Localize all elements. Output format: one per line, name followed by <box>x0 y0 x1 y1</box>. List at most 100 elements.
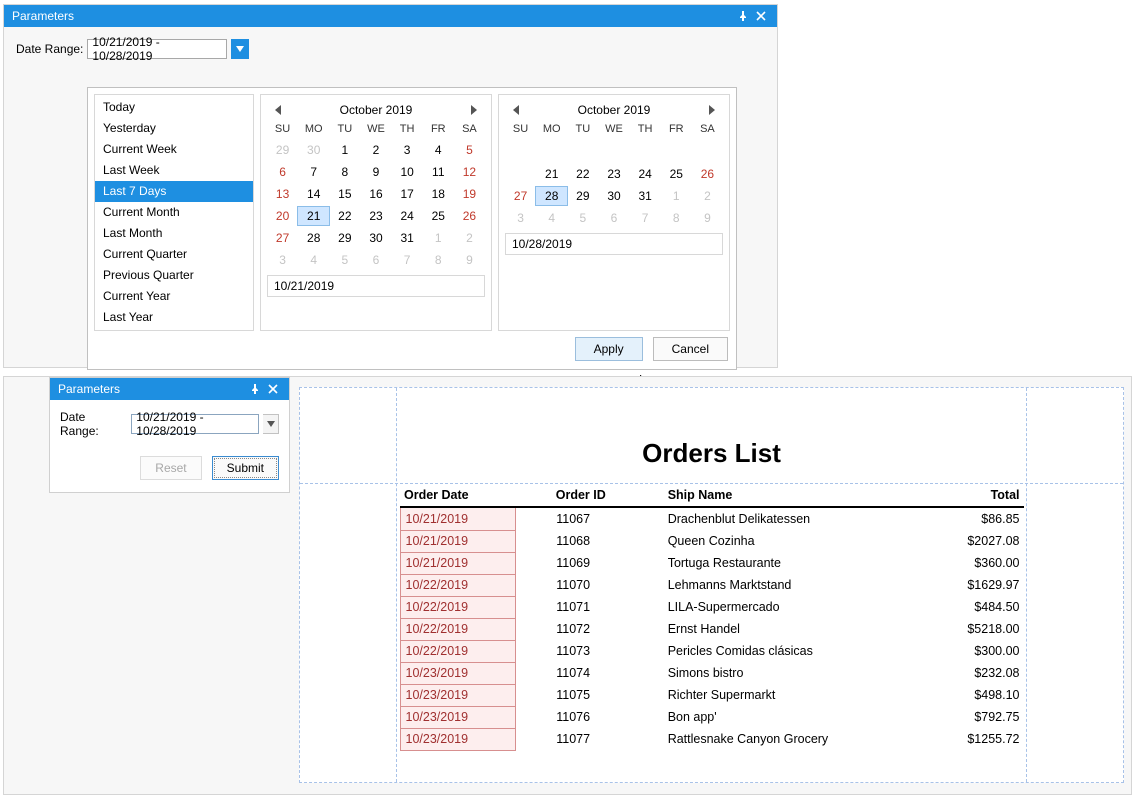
calendar-day[interactable]: 23 <box>598 165 629 183</box>
calendar-day[interactable]: 2 <box>692 187 723 205</box>
order-id-cell: 11075 <box>516 684 664 706</box>
calendar-day[interactable]: 2 <box>360 141 391 159</box>
calendar-day[interactable]: 9 <box>454 251 485 269</box>
calendar-day[interactable]: 15 <box>329 185 360 203</box>
submit-button[interactable]: Submit <box>212 456 279 480</box>
start-date-input[interactable]: 10/21/2019 <box>267 275 485 297</box>
calendar-day[interactable]: 25 <box>423 207 454 225</box>
calendar-day[interactable]: 3 <box>392 141 423 159</box>
close-icon[interactable] <box>265 381 281 397</box>
calendar-start-title[interactable]: October 2019 <box>340 103 413 117</box>
calendar-day[interactable]: 22 <box>329 207 360 225</box>
calendar-day[interactable]: 26 <box>454 207 485 225</box>
calendar-day[interactable]: 7 <box>298 163 329 181</box>
calendar-day[interactable]: 1 <box>423 229 454 247</box>
calendar-day[interactable]: 30 <box>298 141 329 159</box>
calendar-day[interactable]: 31 <box>630 187 661 205</box>
pin-icon[interactable] <box>247 381 263 397</box>
apply-button[interactable]: Apply <box>575 337 643 361</box>
calendar-day[interactable]: 8 <box>329 163 360 181</box>
calendar-day[interactable]: 6 <box>360 251 391 269</box>
calendar-day[interactable]: 6 <box>267 163 298 181</box>
date-range-value[interactable]: 10/21/2019 - 10/28/2019 <box>131 414 259 434</box>
calendar-day[interactable]: 7 <box>392 251 423 269</box>
calendar-day[interactable]: 19 <box>454 185 485 203</box>
calendar-day[interactable]: 10 <box>392 163 423 181</box>
ship-name-cell: Bon app' <box>664 706 929 728</box>
preset-item[interactable]: Last 7 Days <box>95 181 253 202</box>
panel-header: Parameters <box>50 378 289 400</box>
preset-item[interactable]: Current Quarter <box>95 244 253 265</box>
calendar-day[interactable]: 31 <box>392 229 423 247</box>
end-date-input[interactable]: 10/28/2019 <box>505 233 723 255</box>
calendar-day[interactable]: 17 <box>392 185 423 203</box>
calendar-day[interactable]: 16 <box>360 185 391 203</box>
preset-item[interactable]: Last Week <box>95 160 253 181</box>
calendar-start: October 2019 SUMOTUWETHFRSA2930123456789… <box>260 94 492 331</box>
preset-item[interactable]: Current Week <box>95 139 253 160</box>
preset-item[interactable]: Last Year <box>95 307 253 328</box>
next-month-icon[interactable] <box>467 103 481 117</box>
pin-icon[interactable] <box>735 8 751 24</box>
calendar-day[interactable]: 14 <box>298 185 329 203</box>
prev-month-icon[interactable] <box>509 103 523 117</box>
calendar-day[interactable]: 8 <box>661 209 692 227</box>
preset-item[interactable]: Last Month <box>95 223 253 244</box>
preset-item[interactable]: Yesterday <box>95 118 253 139</box>
calendar-day[interactable]: 5 <box>454 141 485 159</box>
calendar-day[interactable]: 8 <box>423 251 454 269</box>
calendar-day[interactable]: 22 <box>567 165 598 183</box>
calendar-day[interactable]: 2 <box>454 229 485 247</box>
calendar-day[interactable]: 4 <box>423 141 454 159</box>
calendar-day[interactable]: 13 <box>267 185 298 203</box>
calendar-day[interactable]: 27 <box>267 229 298 247</box>
calendar-day[interactable]: 18 <box>423 185 454 203</box>
calendar-day[interactable]: 28 <box>298 229 329 247</box>
close-icon[interactable] <box>753 8 769 24</box>
date-range-dropdown-button[interactable] <box>231 39 249 59</box>
calendar-day[interactable]: 3 <box>267 251 298 269</box>
calendar-day[interactable]: 28 <box>535 186 568 206</box>
calendar-day[interactable]: 21 <box>297 206 330 226</box>
calendar-day[interactable]: 12 <box>454 163 485 181</box>
preset-item[interactable]: Current Year <box>95 286 253 307</box>
date-range-value[interactable]: 10/21/2019 - 10/28/2019 <box>87 39 227 59</box>
calendar-day[interactable]: 26 <box>692 165 723 183</box>
next-month-icon[interactable] <box>705 103 719 117</box>
calendar-day[interactable]: 25 <box>661 165 692 183</box>
calendar-day[interactable]: 4 <box>536 209 567 227</box>
calendar-day[interactable]: 7 <box>630 209 661 227</box>
calendar-day[interactable]: 5 <box>329 251 360 269</box>
calendar-day[interactable]: 20 <box>267 207 298 225</box>
calendar-day[interactable]: 27 <box>505 187 536 205</box>
calendar-day[interactable]: 30 <box>360 229 391 247</box>
calendar-day[interactable]: 1 <box>329 141 360 159</box>
calendar-day[interactable]: 6 <box>598 209 629 227</box>
calendar-day[interactable]: 5 <box>567 209 598 227</box>
calendar-day[interactable]: 29 <box>267 141 298 159</box>
calendar-day[interactable]: 1 <box>661 187 692 205</box>
preset-item[interactable]: Previous Quarter <box>95 265 253 286</box>
calendar-end-title[interactable]: October 2019 <box>578 103 651 117</box>
calendar-day[interactable]: 24 <box>630 165 661 183</box>
calendar-day[interactable]: 21 <box>536 165 567 183</box>
calendar-dow: MO <box>536 123 567 137</box>
table-row: 10/22/201911070Lehmanns Marktstand$1629.… <box>400 574 1024 596</box>
preset-item[interactable]: Today <box>95 97 253 118</box>
calendar-day[interactable]: 9 <box>360 163 391 181</box>
calendar-day[interactable]: 11 <box>423 163 454 181</box>
table-row: 10/21/201911068Queen Cozinha$2027.08 <box>400 530 1024 552</box>
calendar-day[interactable]: 29 <box>567 187 598 205</box>
calendar-day[interactable]: 9 <box>692 209 723 227</box>
calendar-day[interactable]: 23 <box>360 207 391 225</box>
calendar-day[interactable]: 30 <box>598 187 629 205</box>
calendar-day[interactable]: 24 <box>392 207 423 225</box>
date-range-dropdown-button[interactable] <box>263 414 279 434</box>
prev-month-icon[interactable] <box>271 103 285 117</box>
cancel-button[interactable]: Cancel <box>653 337 728 361</box>
calendar-day[interactable]: 3 <box>505 209 536 227</box>
order-id-cell: 11076 <box>516 706 664 728</box>
preset-item[interactable]: Current Month <box>95 202 253 223</box>
calendar-day[interactable]: 29 <box>329 229 360 247</box>
calendar-day[interactable]: 4 <box>298 251 329 269</box>
